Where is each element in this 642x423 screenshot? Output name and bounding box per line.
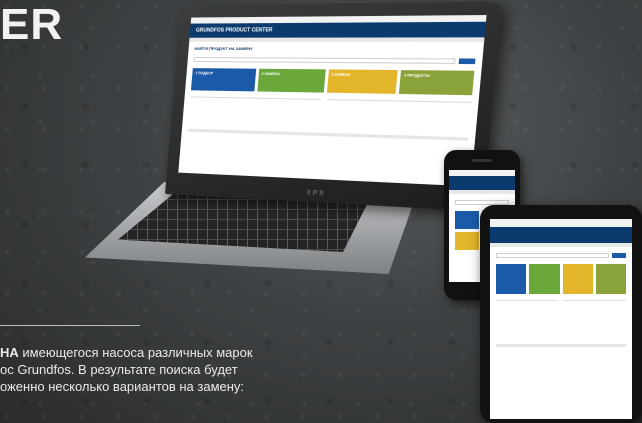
site-nav bbox=[189, 37, 485, 42]
form-column-left bbox=[496, 300, 558, 340]
step-tile-3[interactable]: 3 ЗАМЕНА bbox=[326, 69, 398, 94]
caption-text: НА имеющегося насоса различных марок ос … bbox=[0, 344, 375, 395]
step-tile-2[interactable]: 2 ЗАМЕНА bbox=[257, 68, 326, 93]
website-mock-tablet bbox=[490, 219, 632, 419]
site-nav bbox=[490, 243, 632, 247]
form-column-left bbox=[188, 96, 322, 129]
site-footer bbox=[496, 344, 626, 347]
search-input[interactable] bbox=[496, 253, 609, 258]
step-tiles: 1 ПОДБОР 2 ЗАМЕНА 3 ЗАМЕНА 4 ПРОДУКТЫ bbox=[190, 68, 475, 96]
site-topbar bbox=[490, 219, 632, 227]
step-tile-1[interactable] bbox=[455, 211, 480, 229]
search-button[interactable] bbox=[458, 58, 476, 65]
site-brand: GRUNDFOS PRODUCT CENTER bbox=[195, 27, 273, 34]
caption-bold: НА bbox=[0, 345, 19, 360]
step-tile-1[interactable]: 1 ПОДБОР bbox=[190, 68, 256, 92]
tablet bbox=[480, 205, 642, 423]
headline: ER bbox=[0, 0, 64, 49]
caption-line1: имеющегося насоса различных марок bbox=[18, 345, 253, 360]
form-area bbox=[496, 300, 626, 340]
step-tile-3[interactable] bbox=[455, 232, 480, 250]
caption-line2: ос Grundfos. В результате поиска будет bbox=[0, 362, 238, 377]
site-header: GRUNDFOS PRODUCT CENTER bbox=[189, 21, 486, 38]
search-input[interactable] bbox=[193, 56, 456, 64]
laptop-screen: GRUNDFOS PRODUCT CENTER НАЙТИ ПРОДУКТ НА… bbox=[178, 15, 487, 187]
step-tile-2[interactable] bbox=[529, 264, 560, 294]
step-tile-4[interactable]: 4 ПРОДУКТЫ bbox=[399, 70, 475, 96]
form-area bbox=[188, 96, 472, 133]
tablet-screen bbox=[490, 219, 632, 419]
site-header bbox=[449, 176, 515, 190]
site-header bbox=[490, 227, 632, 243]
form-column-right bbox=[324, 99, 472, 133]
website-mock: GRUNDFOS PRODUCT CENTER НАЙТИ ПРОДУКТ НА… bbox=[178, 15, 487, 186]
step-tile-1[interactable] bbox=[496, 264, 527, 294]
form-column-right bbox=[564, 300, 626, 340]
site-nav bbox=[449, 190, 515, 194]
divider-line bbox=[0, 325, 140, 326]
phone-speaker bbox=[472, 159, 492, 162]
step-tiles bbox=[496, 264, 626, 294]
search-row bbox=[496, 253, 626, 258]
site-title: НАЙТИ ПРОДУКТ НА ЗАМЕНУ bbox=[194, 45, 253, 52]
caption-line3: оженно несколько вариантов на замену: bbox=[0, 379, 245, 394]
search-button[interactable] bbox=[612, 253, 626, 258]
step-tile-4[interactable] bbox=[595, 264, 626, 294]
step-tile-3[interactable] bbox=[562, 264, 593, 294]
search-row bbox=[193, 56, 476, 65]
